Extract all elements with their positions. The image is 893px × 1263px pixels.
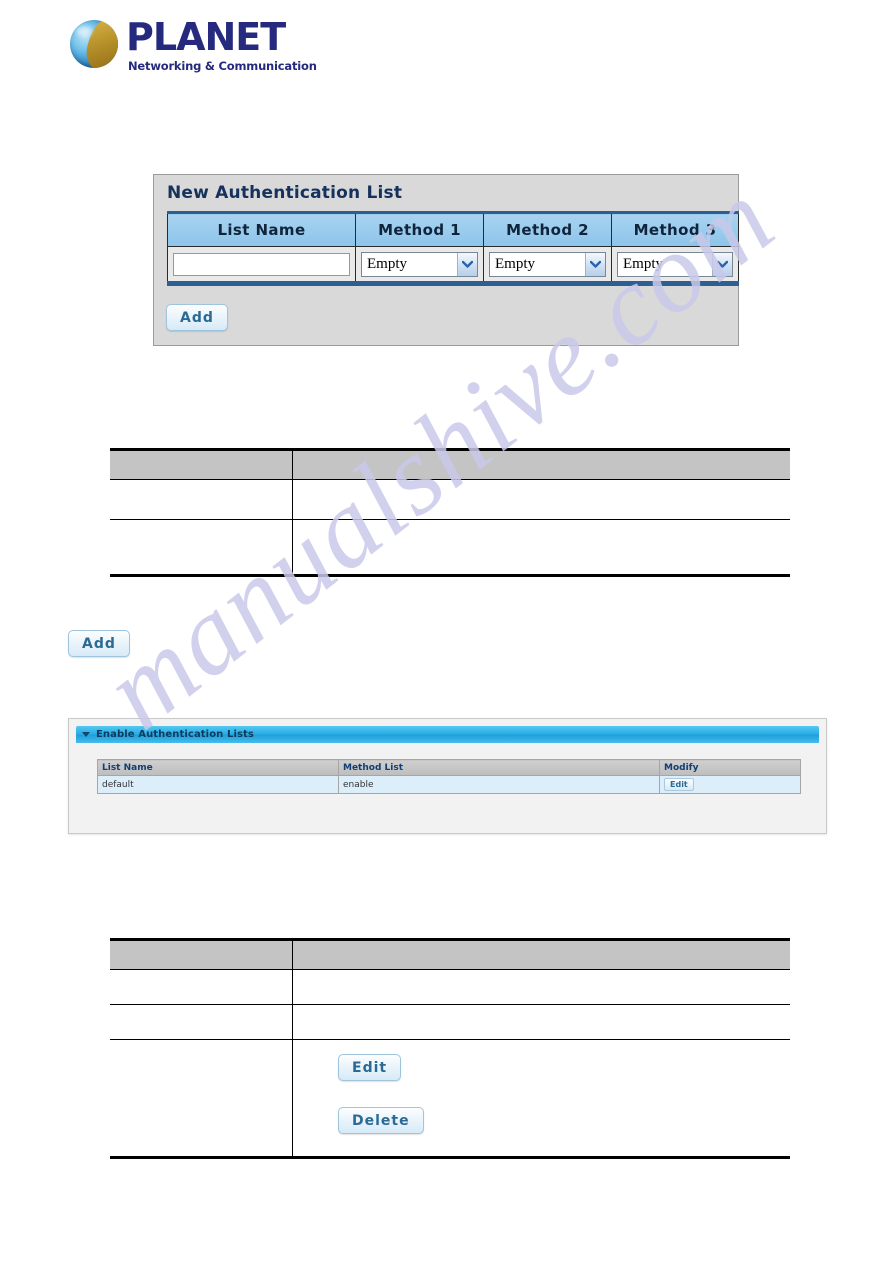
edit-button-doc[interactable]: Edit — [338, 1054, 402, 1081]
brand-logo: PLANET Networking & Communication — [70, 12, 390, 74]
column-header-object — [110, 939, 293, 970]
cell-method-list: enable — [338, 775, 660, 794]
caret-down-icon[interactable] — [82, 732, 90, 737]
method-3-value: Empty — [623, 255, 663, 272]
parameter-description-table-1 — [110, 448, 790, 577]
table-row: default enable Edit — [97, 775, 801, 794]
cell-list-name — [167, 246, 356, 284]
column-header-description — [292, 449, 790, 480]
column-header-list-name: List Name — [97, 759, 339, 776]
cell-object — [110, 479, 293, 520]
list-name-input[interactable] — [173, 252, 350, 276]
table-input-row: Empty Empty Empty — [167, 246, 739, 284]
method-2-select[interactable]: Empty — [489, 251, 606, 277]
table-header-row: List Name Method 1 Method 2 Method 3 — [167, 212, 739, 247]
new-authentication-list-panel: New Authentication List List Name Method… — [153, 174, 739, 346]
add-button-inline[interactable]: Add — [68, 630, 130, 657]
table-row — [110, 479, 790, 520]
column-header-method-1: Method 1 — [355, 212, 484, 247]
edit-button[interactable]: Edit — [664, 778, 694, 791]
column-header-method-3: Method 3 — [611, 212, 739, 247]
chevron-down-icon — [585, 252, 605, 276]
method-2-value: Empty — [495, 255, 535, 272]
add-button[interactable]: Add — [166, 304, 228, 331]
table-row — [110, 969, 790, 1005]
cell-description — [292, 969, 790, 1005]
planet-globe-icon — [70, 20, 118, 68]
table-header-row — [110, 939, 790, 970]
table-header-row: List Name Method List Modify — [97, 759, 801, 776]
table-row — [110, 1039, 790, 1159]
delete-button-doc[interactable]: Delete — [338, 1107, 424, 1134]
chevron-down-icon — [457, 252, 477, 276]
column-header-method-2: Method 2 — [483, 212, 612, 247]
table-row — [110, 1004, 790, 1040]
cell-modify: Edit — [659, 775, 801, 794]
cell-object — [110, 519, 293, 577]
new-authentication-list-table: List Name Method 1 Method 2 Method 3 Emp… — [167, 211, 739, 286]
enable-authentication-lists-table: List Name Method List Modify default ena… — [97, 759, 801, 794]
column-header-method-list: Method List — [338, 759, 660, 776]
column-header-modify: Modify — [659, 759, 801, 776]
brand-wordmark: PLANET — [126, 15, 286, 59]
cell-object — [110, 969, 293, 1005]
cell-description — [292, 519, 790, 577]
chevron-down-icon — [712, 252, 732, 276]
column-header-description — [292, 939, 790, 970]
panel-title: Enable Authentication Lists — [96, 729, 254, 740]
method-1-value: Empty — [367, 255, 407, 272]
method-1-select[interactable]: Empty — [361, 251, 478, 277]
cell-method-2: Empty — [483, 246, 612, 284]
panel-title: New Authentication List — [167, 183, 403, 203]
panel-titlebar[interactable]: Enable Authentication Lists — [76, 726, 819, 743]
enable-authentication-lists-panel: Enable Authentication Lists List Name Me… — [68, 718, 827, 834]
method-3-select[interactable]: Empty — [617, 251, 733, 277]
cell-object — [110, 1004, 293, 1040]
cell-list-name: default — [97, 775, 339, 794]
brand-tagline: Networking & Communication — [128, 59, 317, 73]
table-row — [110, 519, 790, 577]
column-header-list-name: List Name — [167, 212, 356, 247]
cell-method-1: Empty — [355, 246, 484, 284]
cell-description — [292, 479, 790, 520]
cell-method-3: Empty — [611, 246, 739, 284]
cell-description — [292, 1004, 790, 1040]
column-header-object — [110, 449, 293, 480]
parameter-description-table-2 — [110, 938, 790, 1159]
table-header-row — [110, 449, 790, 480]
cell-object — [110, 1039, 293, 1159]
